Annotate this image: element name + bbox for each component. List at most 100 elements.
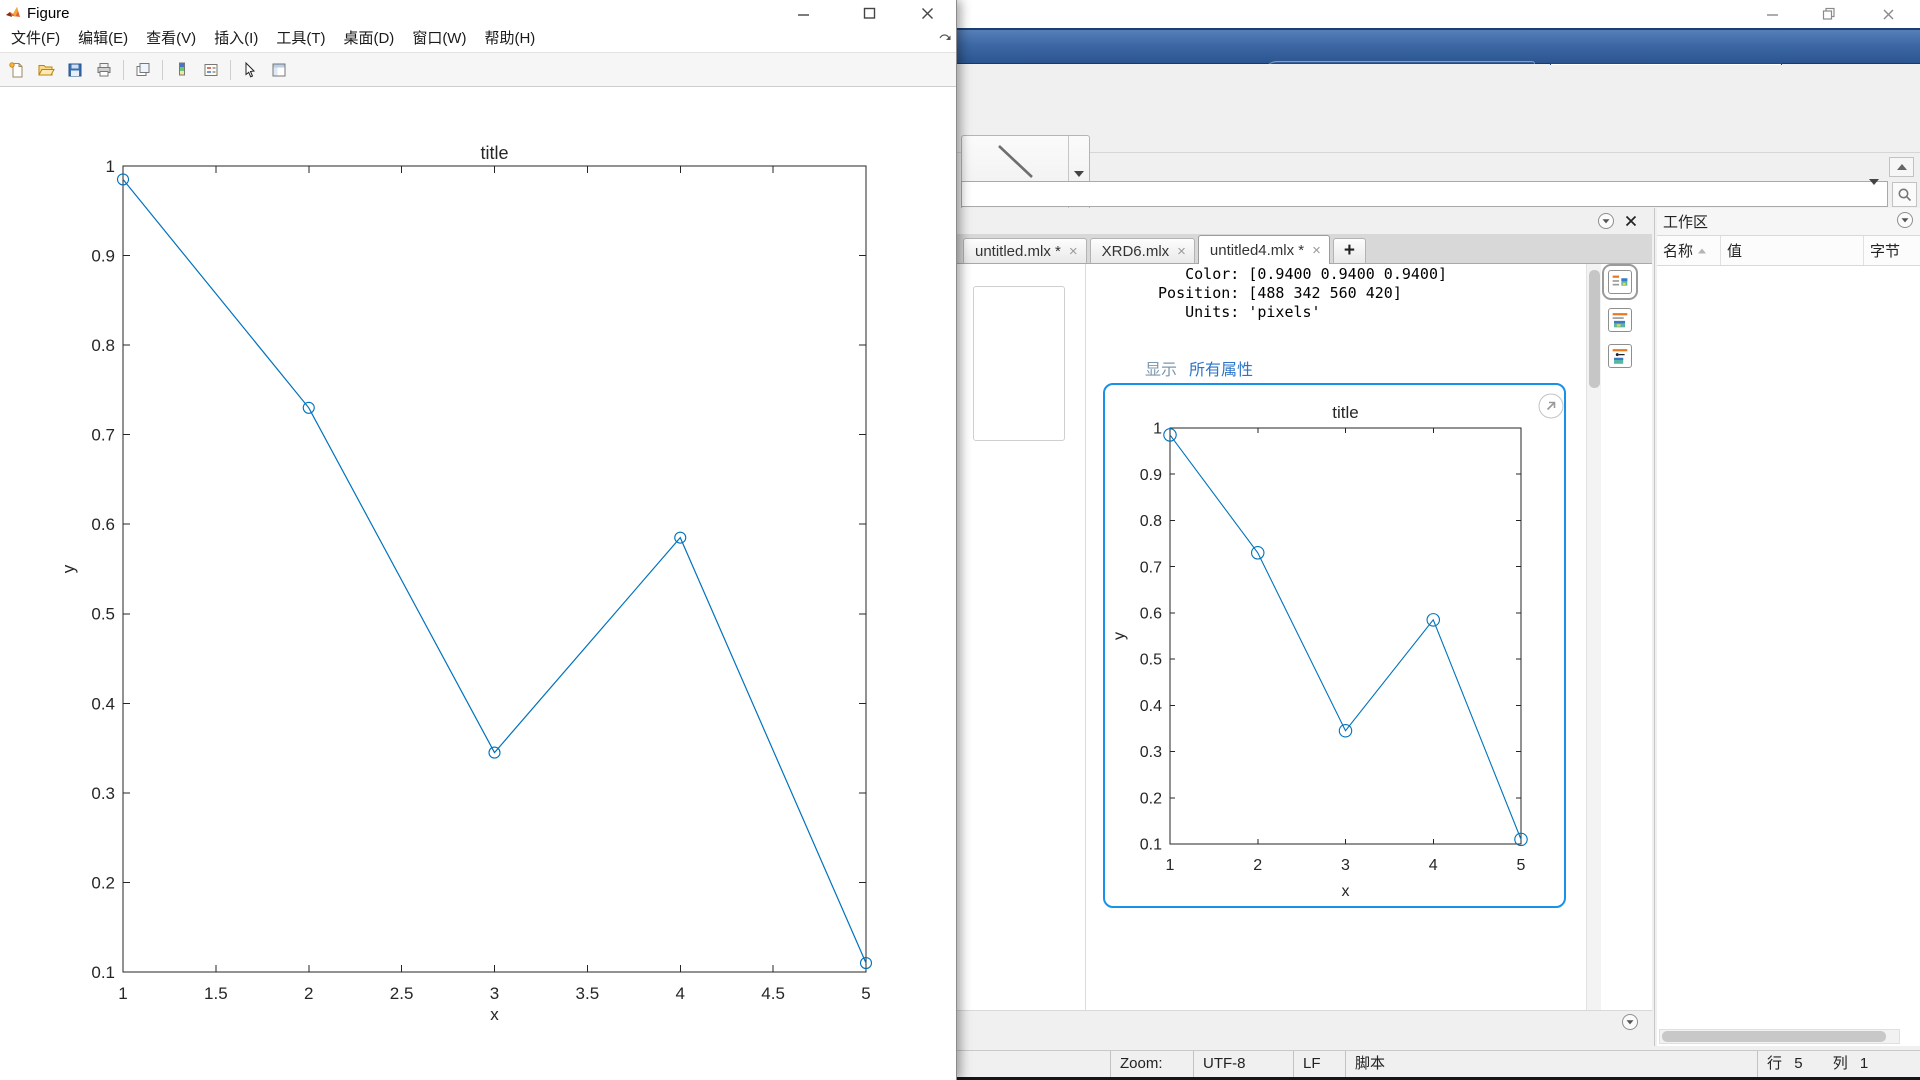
svg-text:1: 1: [106, 157, 115, 176]
copy-figure-icon[interactable]: [130, 58, 156, 82]
figure-menu-item-2[interactable]: 查看(V): [137, 26, 205, 52]
svg-text:0.9: 0.9: [1140, 467, 1162, 484]
tab-label: untitled4.mlx *: [1210, 242, 1304, 259]
figure-menu-item-5[interactable]: 桌面(D): [334, 26, 403, 52]
figure-menu-item-1[interactable]: 编辑(E): [69, 26, 137, 52]
properties-link-row: 显示所有属性: [1145, 356, 1253, 380]
figure-menu-item-6[interactable]: 窗口(W): [403, 26, 475, 52]
scrollbar-thumb[interactable]: [1589, 270, 1600, 388]
scrollbar-thumb[interactable]: [1662, 1031, 1886, 1042]
embedded-figure-output[interactable]: 123450.10.20.30.40.50.60.70.80.91titlexy: [1103, 383, 1566, 908]
close-x-icon[interactable]: [1622, 212, 1640, 235]
output-side-by-side-icon[interactable]: [1608, 270, 1632, 294]
editor-tab-2[interactable]: untitled4.mlx * ×: [1198, 235, 1330, 264]
svg-text:0.4: 0.4: [91, 694, 115, 713]
address-search-button[interactable]: [1892, 182, 1917, 207]
editor-tab-bar: untitled.mlx *×XRD6.mlx× untitled4.mlx * ×…: [957, 234, 1652, 264]
column-label: 列: [1833, 1055, 1848, 1072]
caret-down-icon[interactable]: [1869, 185, 1887, 203]
dock-figure-icon[interactable]: [938, 30, 952, 49]
figure-titlebar[interactable]: Figure: [0, 0, 956, 26]
output-only-icon[interactable]: [1608, 344, 1632, 368]
address-bar: [961, 181, 1888, 207]
column-header-name[interactable]: 名称: [1657, 236, 1721, 265]
minimize-icon[interactable]: [786, 4, 820, 22]
colorbar-icon[interactable]: [169, 58, 195, 82]
figure-plot: 11.522.533.544.550.10.20.30.40.50.60.70.…: [0, 88, 957, 1080]
address-bar-input[interactable]: [962, 186, 1869, 202]
editor-tab-0[interactable]: untitled.mlx *×: [963, 238, 1087, 263]
caret-down-icon: [1074, 171, 1084, 177]
figure-menu-item-4[interactable]: 工具(T): [267, 26, 334, 52]
line-number: 5: [1794, 1055, 1802, 1072]
panel-divider[interactable]: [1654, 208, 1655, 1046]
svg-text:x: x: [490, 1005, 499, 1024]
svg-text:0.5: 0.5: [1140, 652, 1162, 669]
svg-text:3: 3: [1341, 857, 1350, 874]
svg-text:4.5: 4.5: [761, 984, 785, 1003]
svg-text:0.9: 0.9: [91, 247, 115, 266]
status-zoom[interactable]: Zoom: 125%: [1110, 1051, 1193, 1078]
svg-text:0.7: 0.7: [1140, 559, 1162, 576]
svg-text:1: 1: [118, 984, 127, 1003]
status-line-ending: LF: [1293, 1051, 1345, 1078]
svg-text:1: 1: [1153, 421, 1162, 438]
svg-text:0.8: 0.8: [91, 336, 115, 355]
figure-menu-item-3[interactable]: 插入(I): [205, 26, 267, 52]
svg-text:1.5: 1.5: [204, 984, 228, 1003]
command-output-text: Color: [0.9400 0.9400 0.9400] Position: …: [1149, 265, 1447, 322]
open-file-icon[interactable]: [33, 58, 59, 82]
workspace-header: 工作区: [1657, 208, 1920, 236]
open-in-figure-button[interactable]: [1538, 393, 1564, 419]
figure-window: Figure 文件(F)编辑(E)查看(V)插入(I)工具(T)桌面(D)窗口(…: [0, 0, 957, 1080]
svg-text:0.5: 0.5: [91, 605, 115, 624]
editor-tab-1[interactable]: XRD6.mlx×: [1090, 238, 1195, 263]
minimize-icon[interactable]: [1755, 5, 1789, 23]
editor-scrollbar[interactable]: [1586, 264, 1601, 1010]
toolbar-separator: [230, 60, 231, 80]
print-icon[interactable]: [91, 58, 117, 82]
tab-close-icon[interactable]: ×: [1177, 244, 1186, 259]
column-header-bytes[interactable]: 字节: [1864, 236, 1920, 265]
toolbar-separator: [162, 60, 163, 80]
circle-chevron-icon[interactable]: [1597, 212, 1615, 235]
maximize-icon[interactable]: [852, 4, 886, 22]
figure-menu-item-7[interactable]: 帮助(H): [475, 26, 544, 52]
new-tab-button[interactable]: +: [1333, 238, 1366, 263]
open-in-figure-icon: [1538, 393, 1564, 419]
new-file-icon[interactable]: [4, 58, 30, 82]
figure-window-title: Figure: [27, 5, 70, 22]
figure-menubar: 文件(F)编辑(E)查看(V)插入(I)工具(T)桌面(D)窗口(W)帮助(H): [2, 26, 958, 52]
code-panel-fragment: [973, 286, 1065, 441]
tab-close-icon[interactable]: ×: [1069, 244, 1078, 259]
workspace-column-headers: 名称 值 字节: [1657, 236, 1920, 266]
code-output-divider[interactable]: [1085, 264, 1086, 1010]
edit-plot-cursor-icon[interactable]: [237, 58, 263, 82]
matlab-logo-icon: [5, 5, 21, 21]
column-header-value[interactable]: 值: [1721, 236, 1864, 265]
legend-icon[interactable]: [198, 58, 224, 82]
line-label: 行: [1767, 1055, 1782, 1072]
figure-toolbar: [0, 52, 956, 87]
svg-text:0.6: 0.6: [1140, 605, 1162, 622]
svg-text:4: 4: [676, 984, 685, 1003]
svg-text:y: y: [59, 564, 78, 573]
circle-chevron-icon[interactable]: [1621, 1013, 1639, 1036]
close-icon[interactable]: [910, 4, 944, 22]
all-properties-link[interactable]: 所有属性: [1189, 362, 1253, 379]
close-icon[interactable]: [1871, 5, 1905, 23]
svg-text:x: x: [1342, 883, 1350, 900]
workspace-hscrollbar[interactable]: [1659, 1029, 1900, 1044]
tab-close-icon[interactable]: ×: [1312, 243, 1321, 258]
column-number: 1: [1860, 1055, 1868, 1072]
save-figure-icon[interactable]: [62, 58, 88, 82]
status-cursor-position: 行 5 列 1: [1757, 1051, 1920, 1078]
output-inline-icon[interactable]: [1608, 308, 1632, 332]
restore-icon[interactable]: [1812, 5, 1846, 23]
ribbon-collapse-button[interactable]: [1889, 157, 1914, 177]
property-editor-icon[interactable]: [266, 58, 292, 82]
figure-menu-item-0[interactable]: 文件(F): [2, 26, 69, 52]
svg-text:y: y: [1111, 632, 1128, 640]
svg-text:0.2: 0.2: [1140, 790, 1162, 807]
circle-chevron-icon[interactable]: [1896, 211, 1914, 233]
